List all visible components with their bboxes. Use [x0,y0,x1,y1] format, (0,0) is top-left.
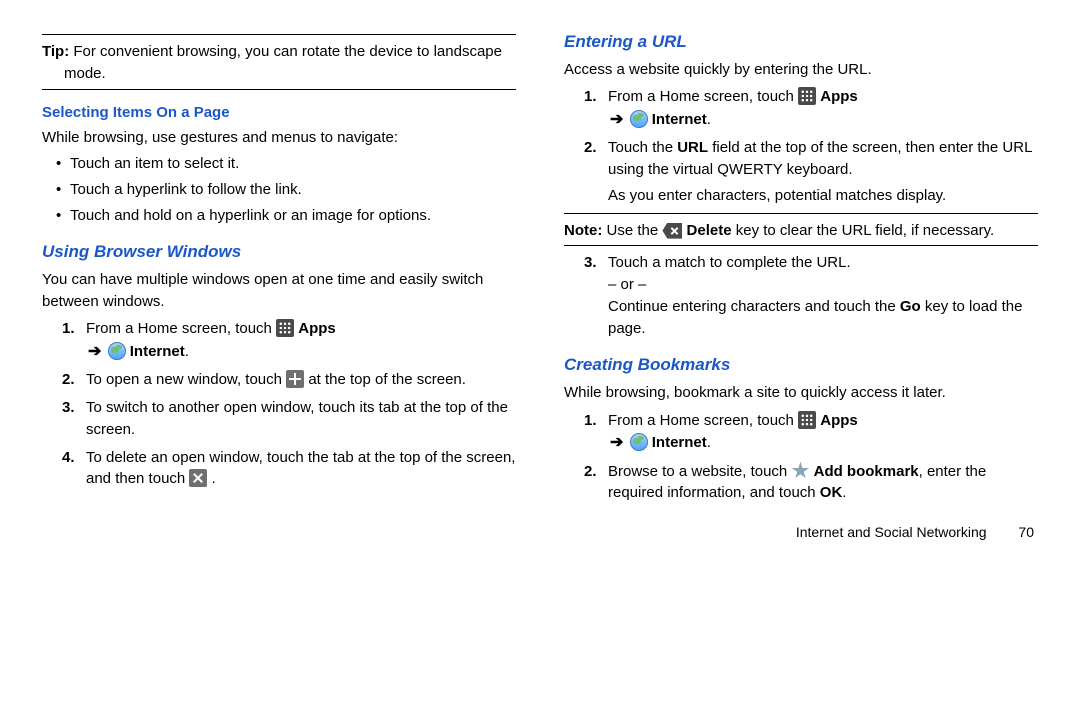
right-column: Entering a URL Access a website quickly … [564,30,1038,542]
step-1: From a Home screen, touch Apps ➔ Interne… [42,318,516,363]
step-4: To delete an open window, touch the tab … [42,447,516,491]
bullet-item: Touch an item to select it. [56,153,516,175]
tip-text: For convenient browsing, you can rotate … [64,43,502,82]
step-text: Touch the [608,139,677,156]
star-icon [791,462,809,480]
apps-label: Apps [298,320,336,337]
close-icon [189,469,207,487]
step-text: Browse to a website, touch [608,463,791,480]
globe-icon [108,342,126,360]
url-intro: Access a website quickly by entering the… [564,59,1038,81]
bullet-item: Touch a hyperlink to follow the link. [56,179,516,201]
internet-label: Internet [130,343,185,360]
step-2: To open a new window, touch at the top o… [42,369,516,391]
or-text: – or – [608,276,646,293]
step-3: Touch a match to complete the URL. – or … [564,252,1038,339]
heading-bookmarks: Creating Bookmarks [564,353,1038,378]
internet-label: Internet [652,111,707,128]
left-column: Tip: For convenient browsing, you can ro… [42,30,516,542]
rule [42,89,516,90]
bookmarks-intro: While browsing, bookmark a site to quick… [564,382,1038,404]
arrow-icon: ➔ [608,108,625,131]
rule [42,34,516,35]
step-1: From a Home screen, touch Apps ➔ Interne… [564,86,1038,131]
globe-icon [630,433,648,451]
add-bookmark-label: Add bookmark [814,463,919,480]
step-2: Browse to a website, touch Add bookmark,… [564,461,1038,505]
url-steps-b: Touch a match to complete the URL. – or … [564,252,1038,339]
go-label: Go [900,298,921,315]
heading-windows: Using Browser Windows [42,240,516,265]
url-steps-a: From a Home screen, touch Apps ➔ Interne… [564,86,1038,206]
note-text: Use the [607,222,663,239]
bookmarks-steps: From a Home screen, touch Apps ➔ Interne… [564,410,1038,504]
step-1: From a Home screen, touch Apps ➔ Interne… [564,410,1038,455]
arrow-icon: ➔ [608,431,625,454]
note-block: Note: Use the Delete key to clear the UR… [564,220,1038,242]
step-2: Touch the URL field at the top of the sc… [564,137,1038,206]
step-text: As you enter characters, potential match… [608,187,946,204]
tip-label: Tip: [42,43,69,60]
apps-grid-icon [798,87,816,105]
step-text: From a Home screen, touch [86,320,276,337]
bullet-item: Touch and hold on a hyperlink or an imag… [56,205,516,227]
heading-selecting: Selecting Items On a Page [42,102,516,124]
plus-icon [286,370,304,388]
internet-label: Internet [652,434,707,451]
page-footer: Internet and Social Networking 70 [564,522,1038,542]
step-text: From a Home screen, touch [608,412,798,429]
page-number: 70 [1018,522,1034,542]
step-3: To switch to another open window, touch … [42,397,516,441]
windows-intro: You can have multiple windows open at on… [42,269,516,313]
ok-label: OK [820,484,843,501]
heading-url: Entering a URL [564,30,1038,55]
tip-block: Tip: For convenient browsing, you can ro… [42,41,516,85]
step-text: Touch a match to complete the URL. [608,254,851,271]
delete-key-icon [662,223,682,239]
delete-label: Delete [687,222,732,239]
note-label: Note: [564,222,602,239]
apps-grid-icon [276,319,294,337]
windows-steps: From a Home screen, touch Apps ➔ Interne… [42,318,516,490]
url-field-label: URL [677,139,708,156]
arrow-icon: ➔ [86,340,103,363]
step-text: . [842,484,846,501]
step-text: To open a new window, touch [86,371,286,388]
step-text: To delete an open window, touch the tab … [86,449,515,488]
step-text: . [212,470,216,487]
page-body: Tip: For convenient browsing, you can ro… [42,30,1038,542]
selecting-bullets: Touch an item to select it. Touch a hype… [48,153,516,226]
rule [564,245,1038,246]
globe-icon [630,110,648,128]
apps-label: Apps [820,88,858,105]
chapter-title: Internet and Social Networking [796,524,987,540]
note-text: key to clear the URL field, if necessary… [736,222,994,239]
step-text: Continue entering characters and touch t… [608,298,900,315]
step-text: at the top of the screen. [308,371,466,388]
rule [564,213,1038,214]
apps-grid-icon [798,411,816,429]
apps-label: Apps [820,412,858,429]
selecting-intro: While browsing, use gestures and menus t… [42,127,516,149]
step-text: From a Home screen, touch [608,88,798,105]
